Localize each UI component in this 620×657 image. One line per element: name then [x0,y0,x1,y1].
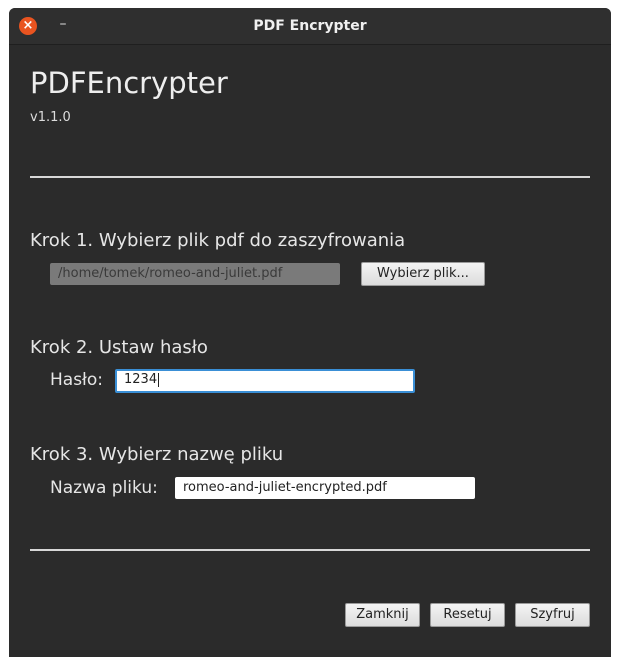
step2-title: Krok 2. Ustaw hasło [30,337,208,358]
app-window: PDF Encrypter × – PDFEncrypter v1.1.0 Kr… [9,8,611,657]
reset-button[interactable]: Resetuj [430,603,505,627]
password-label: Hasło: [50,370,104,390]
filename-input[interactable]: romeo-and-juliet-encrypted.pdf [175,477,475,499]
bottom-separator [30,549,590,551]
close-button[interactable]: Zamknij [345,603,420,627]
app-version: v1.1.0 [30,110,71,125]
filename-label: Nazwa pliku: [50,478,158,498]
title-bar: PDF Encrypter × – [9,8,611,45]
choose-file-button[interactable]: Wybierz plik... [361,262,485,286]
step3-title: Krok 3. Wybierz nazwę pliku [30,444,284,465]
step1-title: Krok 1. Wybierz plik pdf do zaszyfrowani… [30,230,406,251]
window-title: PDF Encrypter [253,18,367,34]
top-separator [30,176,590,178]
minimize-window-icon[interactable]: – [55,14,71,34]
encrypt-button[interactable]: Szyfruj [515,603,590,627]
app-name-heading: PDFEncrypter [30,66,228,100]
password-input[interactable]: 1234 [115,369,415,393]
close-window-icon[interactable]: × [19,17,37,35]
selected-file-path-field: /home/tomek/romeo-and-juliet.pdf [50,263,340,285]
text-caret [158,372,160,387]
password-value: 1234 [124,372,158,387]
